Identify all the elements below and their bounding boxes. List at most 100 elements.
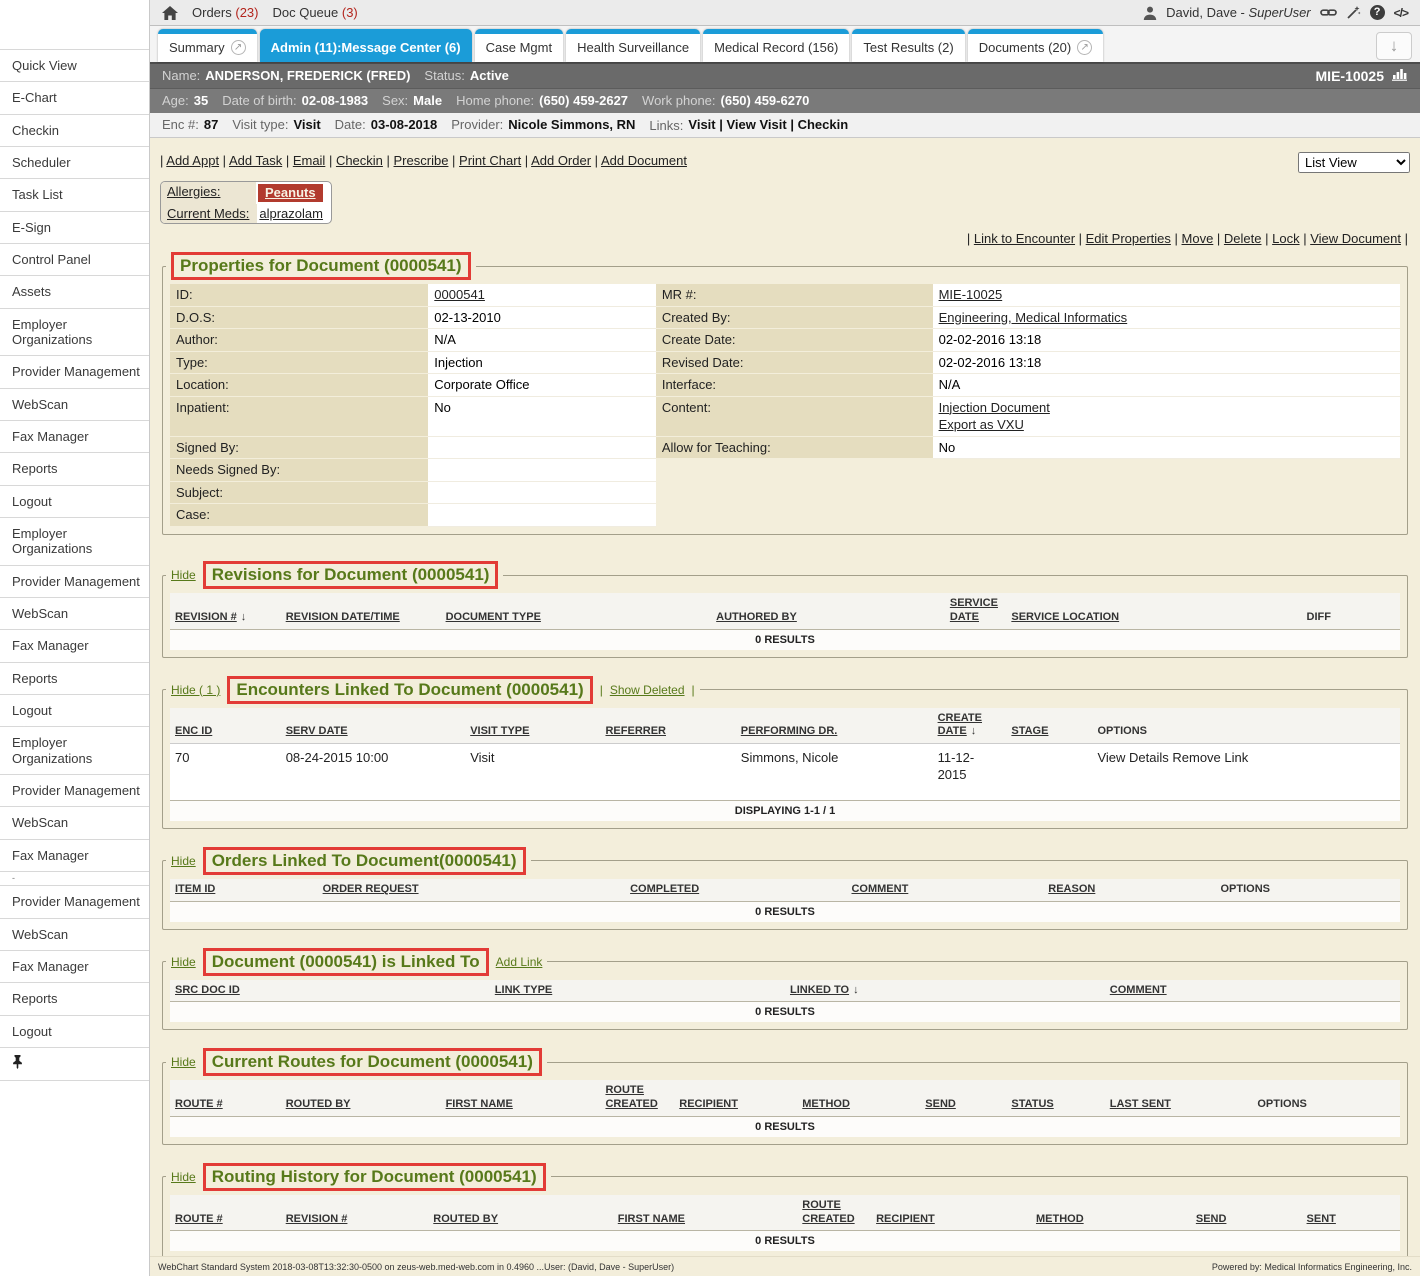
sidebar-item-webscan[interactable]: WebScan [0, 807, 149, 839]
column-header-serv-date[interactable]: SERV DATE [281, 708, 466, 744]
sidebar-item-e-sign[interactable]: E-Sign [0, 212, 149, 244]
sidebar-item-logout[interactable]: Logout [0, 695, 149, 727]
column-header-first-name[interactable]: FIRST NAME [613, 1195, 798, 1231]
doc-action-edit-properties[interactable]: Edit Properties [1086, 231, 1171, 246]
wand-icon[interactable] [1346, 5, 1361, 20]
action-prescribe[interactable]: Prescribe [394, 153, 449, 168]
column-header-send[interactable]: SEND [1191, 1195, 1302, 1231]
hide-toggle[interactable]: Hide ( 1 ) [171, 683, 220, 697]
column-header-document-type[interactable]: DOCUMENT TYPE [441, 593, 712, 629]
column-header-route[interactable]: ROUTE # [170, 1080, 281, 1116]
sidebar-item-employer-organizations[interactable]: Employer Organizations [0, 518, 149, 566]
action-add-document[interactable]: Add Document [601, 153, 687, 168]
popout-icon[interactable]: ↗ [231, 40, 246, 55]
sidebar-item-logout[interactable]: Logout [0, 486, 149, 518]
prop-value-link[interactable]: Engineering, Medical Informatics [939, 310, 1128, 325]
column-header-routed-by[interactable]: ROUTED BY [281, 1080, 441, 1116]
column-header-revision[interactable]: REVISION #↓ [170, 593, 281, 629]
current-meds-link[interactable]: Current Meds: [167, 206, 249, 221]
user-menu[interactable]: David, Dave - SuperUser [1166, 5, 1311, 20]
tab-health-surveillance[interactable]: Health Surveillance [566, 29, 700, 62]
column-header-revision[interactable]: REVISION # [281, 1195, 429, 1231]
sidebar-item-fax-manager[interactable]: Fax Manager [0, 840, 149, 872]
link-icon[interactable] [1320, 6, 1337, 19]
column-header-item-id[interactable]: ITEM ID [170, 879, 318, 901]
column-header-completed[interactable]: COMPLETED [625, 879, 846, 901]
column-header-first-name[interactable]: FIRST NAME [441, 1080, 601, 1116]
sidebar-item-employer-organizations[interactable]: Employer Organizations [0, 727, 149, 775]
action-checkin[interactable]: Checkin [336, 153, 383, 168]
sidebar-item-employer-organizations[interactable]: Employer Organizations [0, 309, 149, 357]
column-header-sent[interactable]: SENT [1302, 1195, 1400, 1231]
sidebar-item-provider-management[interactable]: Provider Management [0, 566, 149, 598]
column-header-last-sent[interactable]: LAST SENT [1105, 1080, 1253, 1116]
column-header-recipient[interactable]: RECIPIENT [674, 1080, 797, 1116]
column-header-referrer[interactable]: REFERRER [600, 708, 735, 744]
sidebar-item-quick-view[interactable]: Quick View [0, 50, 149, 82]
hide-toggle[interactable]: Hide [171, 1170, 196, 1184]
column-header-performing-dr[interactable]: PERFORMING DR. [736, 708, 933, 744]
doc-action-link-to-encounter[interactable]: Link to Encounter [974, 231, 1075, 246]
sidebar-item-webscan[interactable]: WebScan [0, 598, 149, 630]
sidebar-pin-item[interactable] [0, 1048, 149, 1081]
nav-doc-queue[interactable]: Doc Queue (3) [272, 5, 357, 20]
column-header-stage[interactable]: STAGE [1006, 708, 1092, 744]
sidebar-item-e-chart[interactable]: E-Chart [0, 82, 149, 114]
column-header-send[interactable]: SEND [920, 1080, 1006, 1116]
scroll-down-button[interactable]: ↓ [1376, 32, 1412, 60]
link-show-deleted[interactable]: Show Deleted [610, 683, 685, 697]
prop-value-link[interactable]: Export as VXU [939, 417, 1024, 432]
column-header-src-doc-id[interactable]: SRC DOC ID [170, 980, 490, 1002]
sidebar-item-checkin[interactable]: Checkin [0, 115, 149, 147]
allergies-link[interactable]: Allergies: [167, 184, 220, 199]
sidebar-item-fax-manager[interactable]: Fax Manager [0, 630, 149, 662]
sidebar-item-task-list[interactable]: Task List [0, 179, 149, 211]
doc-action-move[interactable]: Move [1182, 231, 1214, 246]
prop-value-link[interactable]: MIE-10025 [939, 287, 1003, 302]
sidebar-item-provider-management[interactable]: Provider Management [0, 886, 149, 918]
column-header-status[interactable]: STATUS [1006, 1080, 1104, 1116]
sidebar-item-item[interactable]: - [0, 872, 149, 887]
sidebar-item-fax-manager[interactable]: Fax Manager [0, 421, 149, 453]
column-header-comment[interactable]: COMMENT [846, 879, 1043, 901]
column-header-link-type[interactable]: LINK TYPE [490, 980, 785, 1002]
column-header-route[interactable]: ROUTE # [170, 1195, 281, 1231]
tab-case-mgmt[interactable]: Case Mgmt [475, 29, 563, 62]
column-header-service-date[interactable]: SERVICE DATE [945, 593, 1007, 629]
column-header-recipient[interactable]: RECIPIENT [871, 1195, 1031, 1231]
encounter-link-checkin[interactable]: Checkin [798, 117, 849, 132]
column-header-revision-date-time[interactable]: REVISION DATE/TIME [281, 593, 441, 629]
tab-medical-record-156[interactable]: Medical Record (156) [703, 29, 849, 62]
action-print-chart[interactable]: Print Chart [459, 153, 521, 168]
column-header-comment[interactable]: COMMENT [1105, 980, 1400, 1002]
doc-action-view-document[interactable]: View Document [1310, 231, 1401, 246]
hide-toggle[interactable]: Hide [171, 955, 196, 969]
column-header-order-request[interactable]: ORDER REQUEST [318, 879, 626, 901]
sidebar-item-reports[interactable]: Reports [0, 663, 149, 695]
sidebar-item-reports[interactable]: Reports [0, 983, 149, 1015]
doc-action-lock[interactable]: Lock [1272, 231, 1299, 246]
sidebar-item-fax-manager[interactable]: Fax Manager [0, 951, 149, 983]
encounter-link-view-visit[interactable]: View Visit [726, 117, 786, 132]
sidebar-item-webscan[interactable]: WebScan [0, 389, 149, 421]
column-header-service-location[interactable]: SERVICE LOCATION [1006, 593, 1301, 629]
column-header-routed-by[interactable]: ROUTED BY [428, 1195, 613, 1231]
sidebar-item-reports[interactable]: Reports [0, 453, 149, 485]
tab-summary[interactable]: Summary↗ [158, 29, 257, 62]
column-header-route-created[interactable]: ROUTE CREATED [600, 1080, 674, 1116]
sidebar-item-logout[interactable]: Logout [0, 1016, 149, 1048]
hide-toggle[interactable]: Hide [171, 568, 196, 582]
tab-admin-11-message-center-6[interactable]: Admin (11):Message Center (6) [260, 29, 472, 62]
sidebar-item-provider-management[interactable]: Provider Management [0, 356, 149, 388]
sidebar-item-scheduler[interactable]: Scheduler [0, 147, 149, 179]
column-header-linked-to[interactable]: LINKED TO↓ [785, 980, 1105, 1002]
link-add-link[interactable]: Add Link [496, 955, 543, 969]
view-select[interactable]: List View [1298, 152, 1410, 173]
sidebar-item-assets[interactable]: Assets [0, 276, 149, 308]
column-header-route-created[interactable]: ROUTE CREATED [797, 1195, 871, 1231]
tab-documents-20[interactable]: Documents (20)↗ [968, 29, 1103, 62]
sidebar-item-webscan[interactable]: WebScan [0, 919, 149, 951]
home-icon[interactable] [162, 6, 178, 20]
chart-icon[interactable] [1392, 67, 1408, 86]
action-add-task[interactable]: Add Task [229, 153, 282, 168]
